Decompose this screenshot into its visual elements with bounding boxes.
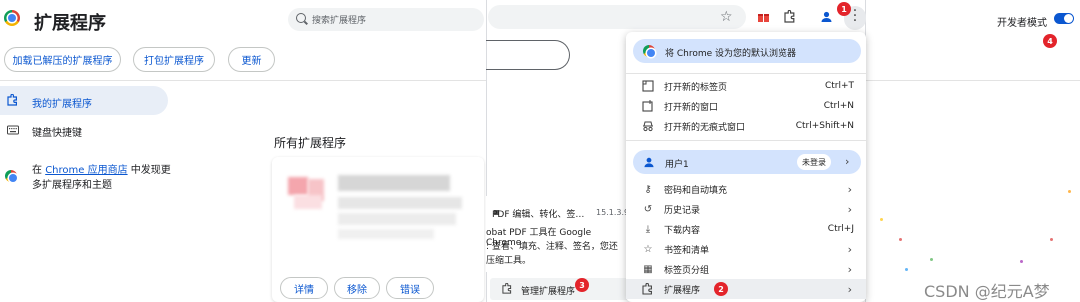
chevron-right-icon: › xyxy=(847,282,852,296)
gift-icon[interactable] xyxy=(757,10,770,23)
extension-icon xyxy=(288,177,308,195)
sidebar-item-label: 我的扩展程序 xyxy=(32,99,92,110)
step-badge-1: 1 xyxy=(837,2,851,16)
keyboard-icon xyxy=(7,125,19,135)
extension-popup: PDF 编辑、转化、签… 15.1.3.9 obat PDF 工具在 Googl… xyxy=(486,196,630,272)
decor-dot xyxy=(930,258,933,261)
profile-name: 用户1 xyxy=(665,160,689,170)
address-bar[interactable] xyxy=(488,5,746,29)
all-extensions-heading: 所有扩展程序 xyxy=(274,136,347,150)
puzzle-icon xyxy=(642,283,652,295)
new-window-icon xyxy=(642,100,653,112)
profile-icon[interactable] xyxy=(820,10,833,23)
user-icon xyxy=(644,157,654,168)
menu-item-extensions[interactable]: 扩展程序 › xyxy=(626,279,866,299)
decor-dot xyxy=(1068,190,1071,193)
dev-mode-label: 开发者模式 xyxy=(997,18,1047,29)
chevron-right-icon: › xyxy=(847,262,852,276)
popup-ext-version: 15.1.3.9 xyxy=(596,208,630,217)
menu-item-new-window[interactable]: 打开新的窗口 Ctrl+N xyxy=(626,96,866,116)
incognito-icon xyxy=(643,121,653,132)
step-badge-4: 4 xyxy=(1043,34,1057,48)
menu-item-passwords[interactable]: ⚷ 密码和自动填充 › xyxy=(626,179,866,199)
puzzle-icon xyxy=(7,94,17,106)
menu-item-bookmarks[interactable]: ☆ 书签和清单 › xyxy=(626,239,866,259)
history-icon: ↺ xyxy=(643,203,653,215)
store-promo: 在 Chrome 应用商店 中发现更多扩展程序和主题 xyxy=(32,165,171,191)
decor-dot xyxy=(1020,260,1023,263)
menu-item-history[interactable]: ↺ 历史记录 › xyxy=(626,199,866,219)
chevron-right-icon: › xyxy=(845,155,850,168)
step-badge-3: 3 xyxy=(575,278,589,292)
grid-icon: ▦ xyxy=(643,263,653,275)
dev-mode-toggle[interactable] xyxy=(1054,13,1074,24)
menu-item-new-tab[interactable]: 打开新的标签页 Ctrl+T xyxy=(626,76,866,96)
new-tab-icon xyxy=(642,80,654,92)
remove-button[interactable]: 移除 xyxy=(334,277,380,299)
puzzle-icon xyxy=(502,283,512,294)
search-placeholder: 搜索扩展程序 xyxy=(312,16,367,26)
menu-item-incognito[interactable]: 打开新的无痕式窗口 Ctrl+Shift+N xyxy=(626,116,866,136)
pack-extension-button[interactable]: 打包扩展程序 xyxy=(133,47,215,72)
step-badge-2: 2 xyxy=(714,282,728,296)
star-icon: ☆ xyxy=(643,243,653,255)
errors-button[interactable]: 错误 xyxy=(386,277,434,299)
chevron-right-icon: › xyxy=(847,202,852,216)
web-store-icon xyxy=(5,170,17,182)
search-icon xyxy=(296,13,306,23)
menu-item-downloads[interactable]: ⤓ 下载内容 Ctrl+J xyxy=(626,219,866,239)
chevron-right-icon: › xyxy=(847,182,852,196)
page-title: 扩展程序 xyxy=(34,13,106,34)
decor-dot xyxy=(905,268,908,271)
details-button[interactable]: 详情 xyxy=(280,277,328,299)
key-icon: ⚷ xyxy=(644,183,652,195)
decor-dot xyxy=(899,238,902,241)
popup-ext-name: PDF 编辑、转化、签… xyxy=(492,210,585,220)
download-icon: ⤓ xyxy=(645,223,651,235)
web-store-link[interactable]: Chrome 应用商店 xyxy=(45,165,127,176)
menu-item-tab-groups[interactable]: ▦ 标签页分组 › xyxy=(626,259,866,279)
extensions-puzzle-icon[interactable] xyxy=(784,10,797,23)
new-tab-search-box[interactable] xyxy=(486,40,570,70)
extension-name-redacted xyxy=(338,175,450,191)
decor-dot xyxy=(1050,238,1053,241)
manage-extensions-label: 管理扩展程序 xyxy=(521,287,576,297)
sidebar-item-shortcuts[interactable]: 键盘快捷键 xyxy=(32,124,82,139)
chevron-right-icon: › xyxy=(847,242,852,256)
decor-dot xyxy=(880,218,883,221)
bookmark-star-icon[interactable]: ☆ xyxy=(720,9,733,25)
extension-card: 详情 移除 错误 xyxy=(272,157,484,302)
watermark-text: CSDN @纪元A梦 xyxy=(924,282,1050,301)
load-unpacked-button[interactable]: 加载已解压的扩展程序 xyxy=(4,47,121,72)
chrome-icon xyxy=(643,45,655,57)
chrome-logo-icon xyxy=(4,10,20,26)
kebab-menu-icon: · · · xyxy=(852,3,858,29)
update-button[interactable]: 更新 xyxy=(228,47,275,72)
signin-status-badge: 未登录 xyxy=(797,154,831,170)
